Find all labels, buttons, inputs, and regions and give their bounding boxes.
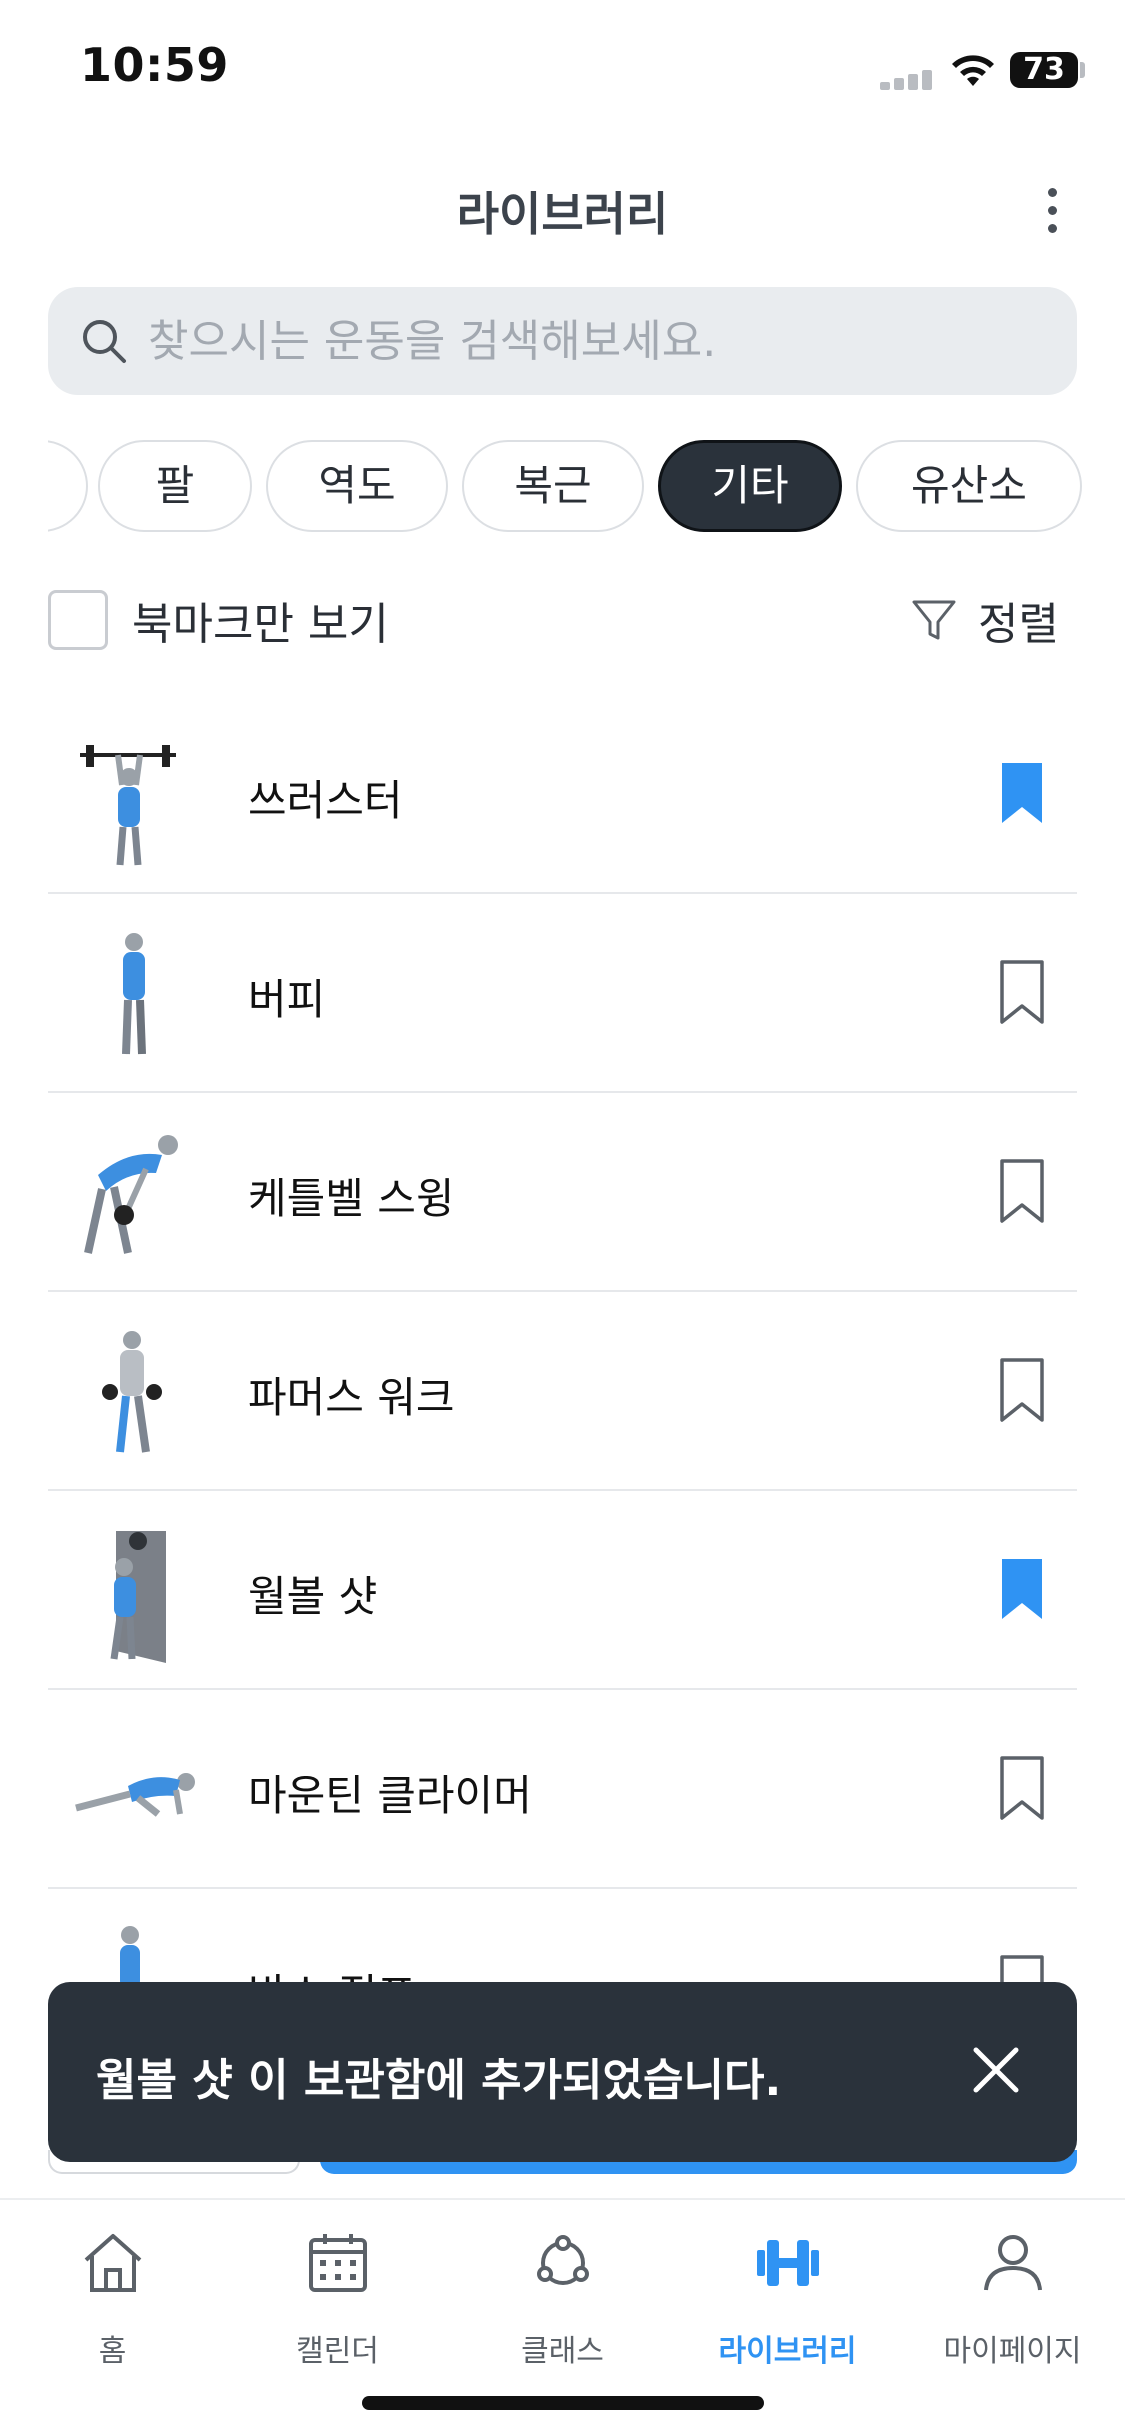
cellular-signal-icon: [880, 70, 936, 90]
list-item[interactable]: 월볼 샷: [48, 1491, 1077, 1690]
exercise-name: 월볼 샷: [248, 1572, 378, 1621]
close-icon[interactable]: [960, 2034, 1032, 2106]
tab-label: 클래스: [521, 2334, 604, 2369]
filter-icon: [912, 600, 956, 640]
bookmark-icon[interactable]: [998, 1756, 1046, 1822]
list-item[interactable]: 케틀벨 스윙: [48, 1093, 1077, 1292]
exercise-name: 파머스 워크: [248, 1373, 455, 1422]
sort-label: 정렬: [978, 599, 1059, 650]
chip-arm[interactable]: 팔: [98, 440, 252, 532]
wifi-icon: [952, 55, 994, 86]
person-icon: [984, 2235, 1042, 2291]
page-title: 라이브러리: [456, 187, 669, 241]
exercise-name: 버피: [248, 975, 326, 1024]
tab-label: 라이브러리: [718, 2334, 857, 2369]
tab-calendar[interactable]: 캘린더: [225, 2220, 450, 2380]
sort-button[interactable]: 정렬: [910, 588, 1070, 652]
tab-label: 마이페이지: [943, 2334, 1082, 2369]
status-bar: 10:59 73: [0, 0, 1125, 130]
tab-home[interactable]: 홈: [0, 2220, 225, 2380]
chip-abs[interactable]: 복근: [462, 440, 644, 532]
chip-cardio[interactable]: 유산소: [856, 440, 1082, 532]
chip-weightlifting[interactable]: 역도: [266, 440, 448, 532]
chip-other[interactable]: 기타: [658, 440, 842, 532]
search-bar[interactable]: [48, 287, 1077, 395]
search-icon: [83, 320, 126, 363]
more-vertical-icon[interactable]: [1030, 180, 1074, 240]
exercise-thumbnail: [122, 933, 146, 1055]
exercise-name: 케틀벨 스윙: [248, 1174, 455, 1223]
tab-label: 홈: [98, 2334, 127, 2369]
exercise-name: 마운틴 클라이머: [248, 1771, 532, 1820]
exercise-thumbnail: [80, 745, 176, 866]
exercise-thumbnail: [110, 1531, 166, 1663]
battery-level: 73: [1010, 52, 1078, 88]
exercise-thumbnail: [102, 1331, 162, 1453]
class-icon: [537, 2235, 589, 2285]
tab-class[interactable]: 클래스: [450, 2220, 675, 2380]
tab-label: 캘린더: [296, 2334, 379, 2369]
calendar-icon: [309, 2234, 367, 2292]
list-item[interactable]: 버피: [48, 894, 1077, 1093]
bookmark-only-label: 북마크만 보기: [132, 599, 389, 650]
tab-library[interactable]: 라이브러리: [675, 2220, 900, 2380]
exercise-name: 쓰러스터: [248, 776, 403, 825]
toast-message: 월볼 샷 이 보관함에 추가되었습니다.: [96, 2055, 782, 2106]
bookmark-icon[interactable]: [998, 1159, 1046, 1225]
exercise-thumbnail: [75, 1773, 195, 1817]
exercise-thumbnail: [84, 1135, 178, 1254]
toast-notification: 월볼 샷 이 보관함에 추가되었습니다.: [48, 1982, 1077, 2162]
home-icon: [84, 2234, 142, 2292]
search-input[interactable]: [148, 287, 1048, 395]
dumbbell-icon: [757, 2240, 819, 2286]
list-item[interactable]: 마운틴 클라이머: [48, 1690, 1077, 1889]
category-chips: 팔 역도 복근 기타 유산소: [48, 440, 1125, 532]
status-time: 10:59: [80, 38, 229, 92]
list-item[interactable]: 파머스 워크: [48, 1292, 1077, 1491]
bookmark-filled-icon[interactable]: [998, 1557, 1046, 1623]
bookmark-icon[interactable]: [998, 1358, 1046, 1424]
chip-partial[interactable]: [48, 440, 88, 532]
tab-mypage[interactable]: 마이페이지: [900, 2220, 1125, 2380]
bookmark-icon[interactable]: [998, 960, 1046, 1026]
battery-cap: [1080, 62, 1085, 78]
bookmark-only-checkbox[interactable]: [48, 590, 108, 650]
home-indicator: [362, 2396, 764, 2410]
list-item[interactable]: 쓰러스터: [48, 695, 1077, 894]
bookmark-filled-icon[interactable]: [998, 761, 1046, 827]
